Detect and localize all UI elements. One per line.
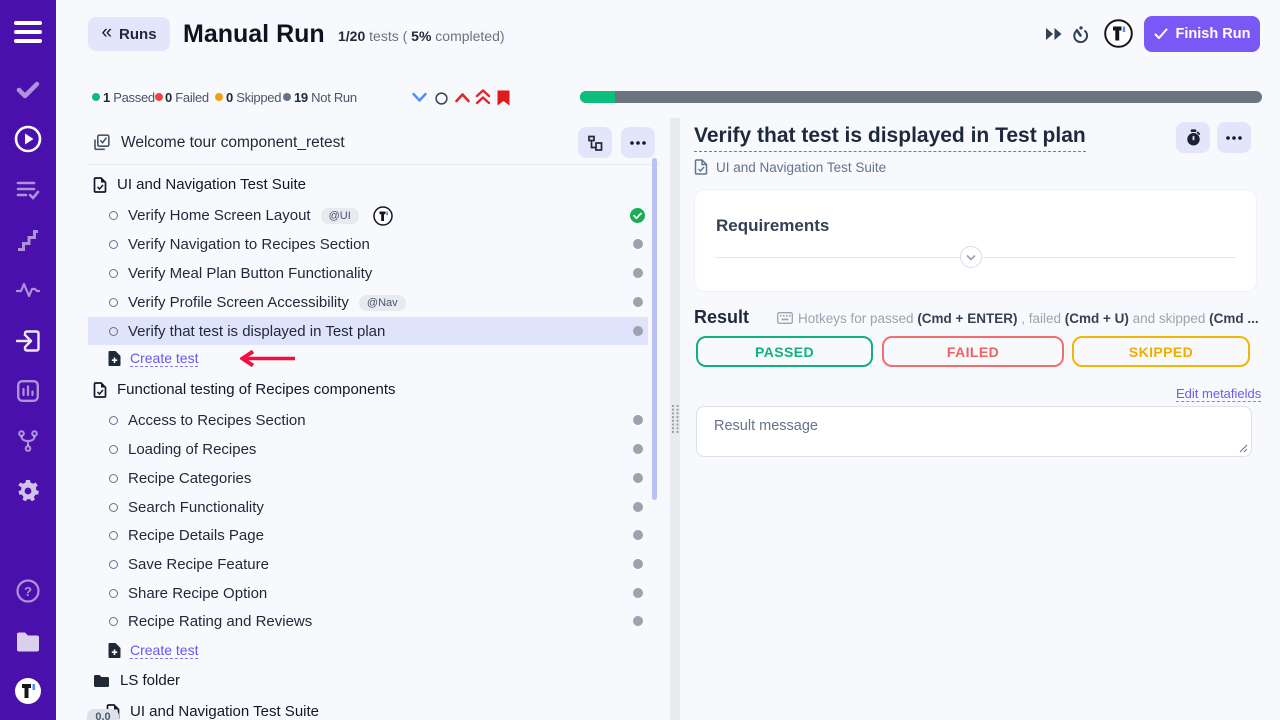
svg-text:?: ?: [24, 584, 32, 599]
